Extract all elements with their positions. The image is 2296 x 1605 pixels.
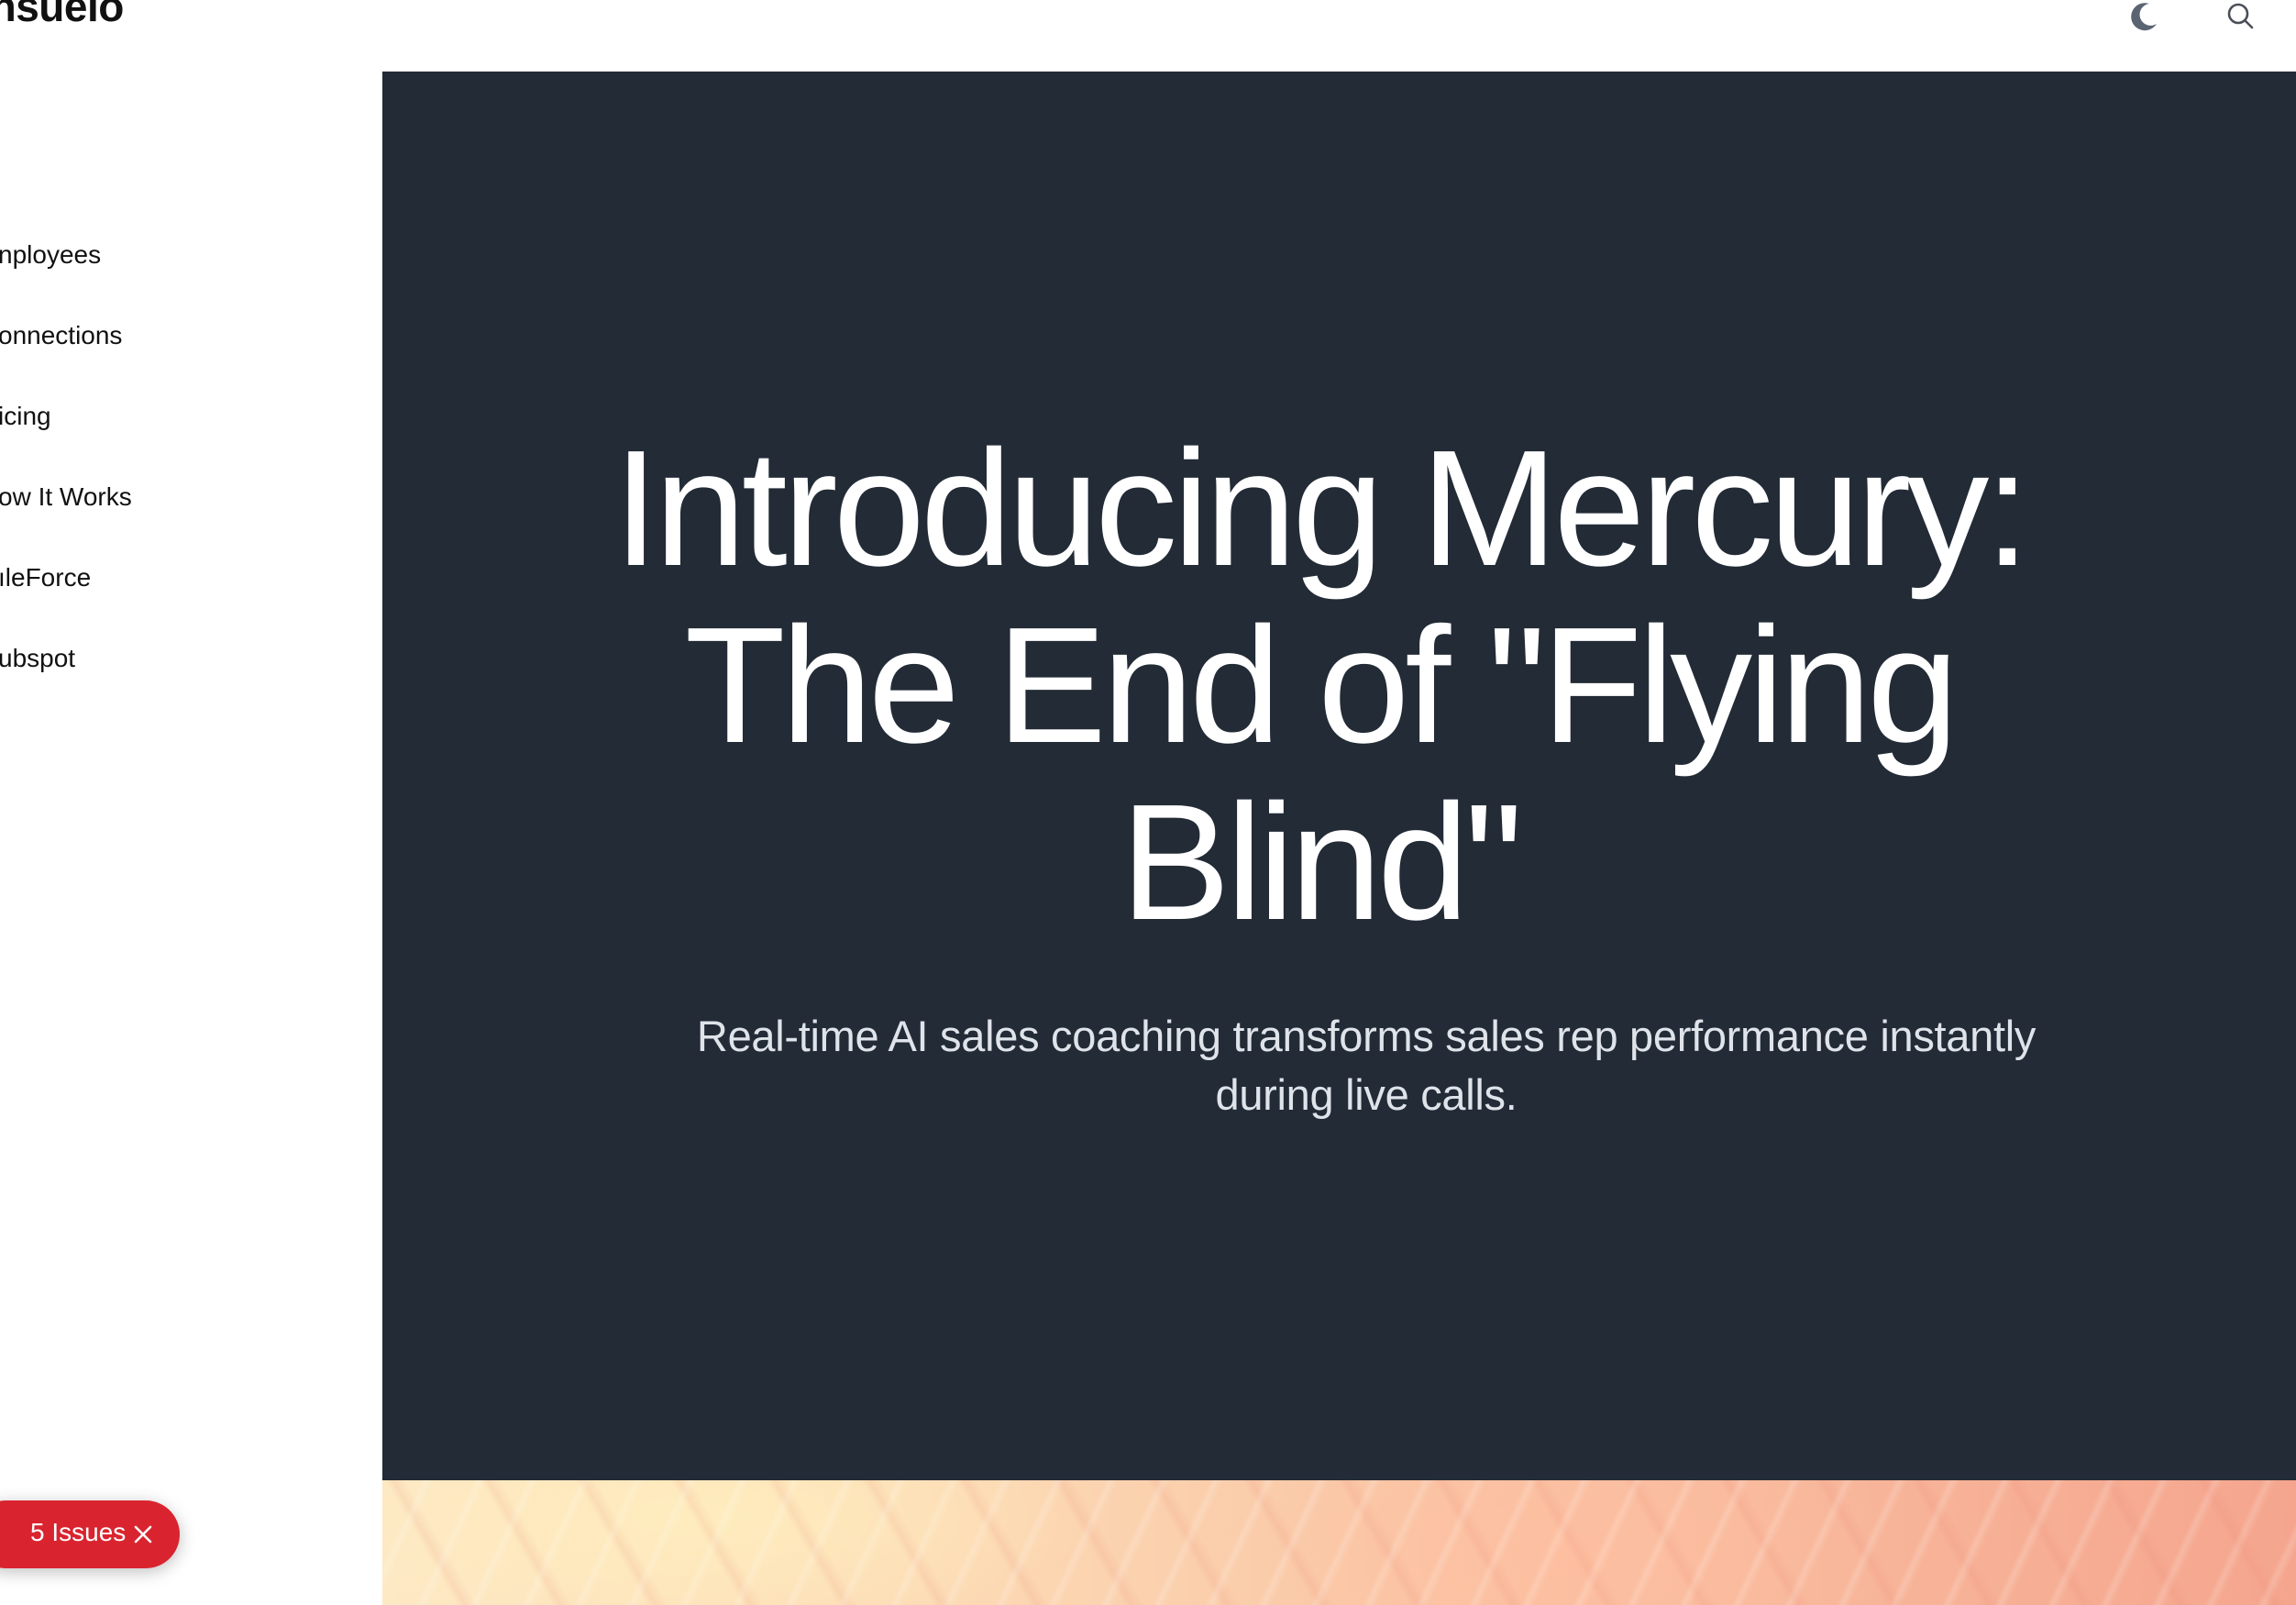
brand-logo[interactable]: onsuelo	[0, 0, 124, 31]
sidebar-item-connections[interactable]: onnections	[0, 321, 122, 350]
issues-badge[interactable]: 5 Issues	[0, 1500, 180, 1568]
hero-title-line: The End of "Flying	[684, 593, 1959, 778]
close-icon[interactable]	[132, 1523, 154, 1545]
gradient-banner	[382, 1480, 2296, 1605]
sidebar-item-salesforce[interactable]: ıleForce	[0, 563, 91, 592]
sidebar-item-hubspot[interactable]: ubspot	[0, 644, 75, 673]
issues-count-label: 5 Issues	[30, 1518, 127, 1546]
hero-section: Introducing Mercury: The End of "Flying …	[382, 72, 2296, 1480]
hero-title-line: Introducing Mercury:	[613, 416, 2031, 601]
gradient-texture	[382, 1480, 2296, 1605]
moon-icon	[2131, 3, 2157, 31]
top-bar: onsuelo	[0, 0, 2296, 72]
page: onsuelo nployees onnections icing ow It …	[0, 0, 2296, 1605]
hero-subtitle-line: Real-time AI sales coaching transforms s…	[696, 1012, 2037, 1060]
search-button[interactable]	[2219, 0, 2263, 39]
sidebar-item-pricing[interactable]: icing	[0, 402, 51, 431]
hero-title: Introducing Mercury: The End of "Flying …	[480, 420, 2158, 951]
hero-title-line: Blind"	[1120, 770, 1523, 955]
theme-toggle-button[interactable]	[2122, 0, 2166, 39]
hero-subtitle-line: during live calls.	[1215, 1070, 1518, 1119]
sidebar-item-how-it-works[interactable]: ow It Works	[0, 482, 132, 512]
sidebar-item-employees[interactable]: nployees	[0, 240, 101, 270]
sidebar: nployees onnections icing ow It Works ıl…	[0, 72, 382, 1605]
hero-subtitle: Real-time AI sales coaching transforms s…	[684, 1007, 2048, 1124]
search-icon	[2227, 3, 2254, 29]
